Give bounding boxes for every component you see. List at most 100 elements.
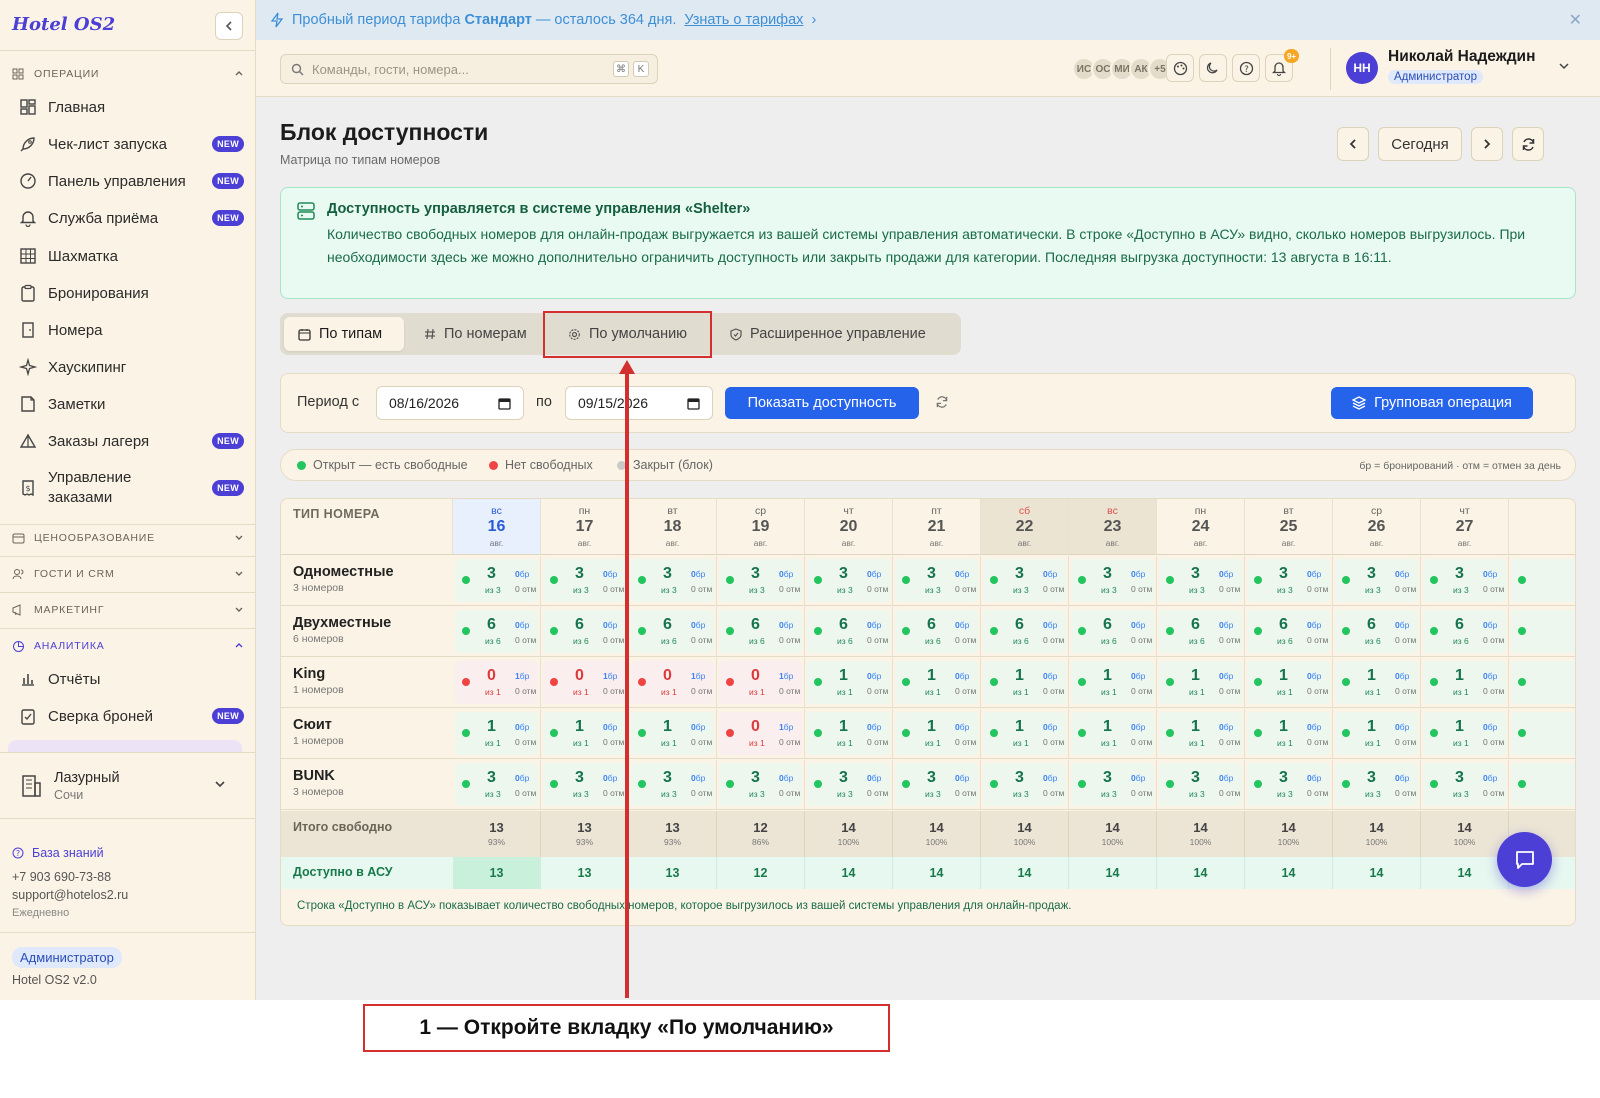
availability-cell[interactable]: 3 из 3 0бр 0 отм bbox=[629, 760, 717, 809]
date-to-input[interactable]: 09/15/2026 bbox=[565, 386, 713, 420]
availability-cell[interactable]: 6 из 6 0бр 0 отм bbox=[1245, 607, 1333, 656]
availability-cell[interactable]: 0 из 1 1бр 0 отм bbox=[717, 658, 805, 707]
availability-cell[interactable]: 0 из 1 1бр 0 отм bbox=[541, 658, 629, 707]
availability-cell[interactable]: 1 из 1 0бр 0 отм bbox=[1333, 658, 1421, 707]
sidebar-item-receipt[interactable]: $ Управление заказами NEW bbox=[12, 468, 244, 508]
availability-cell[interactable]: 1 из 1 0бр 0 отм bbox=[1245, 658, 1333, 707]
availability-cell[interactable]: 6 из 6 0бр 0 отм bbox=[1421, 607, 1509, 656]
availability-cell[interactable]: 1 из 1 0бр 0 отм bbox=[1245, 709, 1333, 758]
availability-cell[interactable]: 3 из 3 0бр 0 отм bbox=[453, 760, 541, 809]
availability-cell[interactable]: 3 из 3 0бр 0 отм bbox=[1245, 760, 1333, 809]
sidebar-item-dashboard[interactable]: Главная bbox=[12, 96, 244, 118]
availability-cell[interactable]: 6 из 6 0бр 0 отм bbox=[805, 607, 893, 656]
availability-cell[interactable]: 6 из 6 0бр 0 отм bbox=[1069, 607, 1157, 656]
theme-palette-button[interactable] bbox=[1166, 54, 1194, 82]
calendar-icon[interactable] bbox=[687, 397, 700, 410]
availability-cell[interactable]: 6 из 6 0бр 0 отм bbox=[1333, 607, 1421, 656]
tab-by-types[interactable]: По типам bbox=[284, 317, 404, 351]
sidebar-item-rocket[interactable]: Чек-лист запуска NEW bbox=[12, 133, 244, 155]
pricing-link[interactable]: Узнать о тарифах bbox=[684, 12, 803, 28]
day-column-header[interactable]: вс 23 авг. bbox=[1069, 499, 1157, 555]
availability-cell[interactable]: 1 из 1 0бр 0 отм bbox=[629, 709, 717, 758]
availability-cell[interactable]: 3 из 3 0бр 0 отм bbox=[629, 556, 717, 605]
availability-cell[interactable]: 1 из 1 0бр 0 отм bbox=[981, 709, 1069, 758]
help-button[interactable]: ? bbox=[1232, 54, 1260, 82]
availability-cell[interactable]: 1 из 1 0бр 0 отм bbox=[1421, 658, 1509, 707]
availability-cell[interactable] bbox=[1509, 658, 1575, 707]
day-column-header[interactable]: сб 22 авг. bbox=[981, 499, 1069, 555]
availability-cell[interactable]: 3 из 3 0бр 0 отм bbox=[805, 760, 893, 809]
day-column-header[interactable]: пт 21 авг. bbox=[893, 499, 981, 555]
availability-cell[interactable]: 6 из 6 0бр 0 отм bbox=[629, 607, 717, 656]
knowledge-base-link[interactable]: ? База знаний bbox=[12, 846, 104, 860]
availability-cell[interactable]: 3 из 3 0бр 0 отм bbox=[453, 556, 541, 605]
availability-cell[interactable]: 1 из 1 0бр 0 отм bbox=[805, 658, 893, 707]
availability-cell[interactable]: 3 из 3 0бр 0 отм bbox=[893, 556, 981, 605]
availability-cell[interactable]: 3 из 3 0бр 0 отм bbox=[1421, 556, 1509, 605]
section-marketing[interactable]: МАРКЕТИНГ bbox=[12, 600, 244, 620]
notifications-button[interactable]: 9+ bbox=[1265, 49, 1299, 82]
availability-cell[interactable]: 3 из 3 0бр 0 отм bbox=[717, 760, 805, 809]
today-button[interactable]: Сегодня bbox=[1378, 127, 1462, 161]
day-column-header[interactable]: чт 27 авг. bbox=[1421, 499, 1509, 555]
availability-cell[interactable]: 1 из 1 0бр 0 отм bbox=[893, 658, 981, 707]
chevron-down-icon[interactable] bbox=[1558, 60, 1570, 72]
day-column-header[interactable]: чт 20 авг. bbox=[805, 499, 893, 555]
sidebar-item-bell[interactable]: Служба приёма NEW bbox=[12, 207, 244, 229]
availability-cell[interactable]: 1 из 1 0бр 0 отм bbox=[1069, 658, 1157, 707]
tab-by-rooms[interactable]: По номерам bbox=[408, 317, 548, 351]
day-column-header[interactable]: вт 25 авг. bbox=[1245, 499, 1333, 555]
tab-advanced[interactable]: Расширенное управление bbox=[716, 317, 956, 351]
section-operations[interactable]: ОПЕРАЦИИ bbox=[12, 64, 244, 84]
availability-cell[interactable]: 1 из 1 0бр 0 отм bbox=[1333, 709, 1421, 758]
availability-cell[interactable]: 1 из 1 0бр 0 отм bbox=[805, 709, 893, 758]
availability-cell[interactable]: 3 из 3 0бр 0 отм bbox=[1333, 556, 1421, 605]
availability-cell[interactable]: 3 из 3 0бр 0 отм bbox=[1069, 556, 1157, 605]
sidebar-item-sparkle[interactable]: Хаускипинг bbox=[12, 356, 244, 378]
support-phone[interactable]: +7 903 690-73-88 bbox=[12, 870, 111, 884]
availability-cell[interactable]: 6 из 6 0бр 0 отм bbox=[981, 607, 1069, 656]
availability-cell[interactable]: 1 из 1 0бр 0 отм bbox=[453, 709, 541, 758]
app-logo[interactable]: Hotel OS2 bbox=[12, 14, 115, 35]
sidebar-item-tent[interactable]: Заказы лагеря NEW bbox=[12, 430, 244, 452]
availability-cell[interactable] bbox=[1509, 556, 1575, 605]
sidebar-item-door[interactable]: Номера bbox=[12, 319, 244, 341]
availability-cell[interactable]: 3 из 3 0бр 0 отм bbox=[893, 760, 981, 809]
availability-cell[interactable]: 3 из 3 0бр 0 отм bbox=[1157, 760, 1245, 809]
sidebar-item-clipboard[interactable]: Бронирования bbox=[12, 282, 244, 304]
reset-icon[interactable] bbox=[935, 395, 949, 409]
availability-cell[interactable]: 3 из 3 0бр 0 отм bbox=[1157, 556, 1245, 605]
day-column-header[interactable]: ср 26 авг. bbox=[1333, 499, 1421, 555]
availability-cell[interactable]: 0 из 1 1бр 0 отм bbox=[453, 658, 541, 707]
online-users[interactable]: ИС ОС МИ АК +5 bbox=[1072, 57, 1172, 81]
availability-cell[interactable]: 3 из 3 0бр 0 отм bbox=[805, 556, 893, 605]
date-from-input[interactable]: 08/16/2026 bbox=[376, 386, 524, 420]
availability-cell[interactable]: 1 из 1 0бр 0 отм bbox=[893, 709, 981, 758]
availability-cell[interactable]: 3 из 3 0бр 0 отм bbox=[1333, 760, 1421, 809]
command-search-input[interactable]: Команды, гости, номера... ⌘ K bbox=[280, 54, 658, 84]
availability-cell[interactable] bbox=[1509, 709, 1575, 758]
availability-cell[interactable]: 6 из 6 0бр 0 отм bbox=[1157, 607, 1245, 656]
prev-period-button[interactable] bbox=[1337, 127, 1369, 161]
availability-cell[interactable]: 1 из 1 0бр 0 отм bbox=[541, 709, 629, 758]
banner-close-button[interactable]: ✕ bbox=[1569, 10, 1582, 30]
availability-cell[interactable] bbox=[1509, 607, 1575, 656]
sidebar-item-note[interactable]: Заметки bbox=[12, 393, 244, 415]
day-column-header[interactable]: ср 19 авг. bbox=[717, 499, 805, 555]
availability-cell[interactable]: 0 из 1 1бр 0 отм bbox=[717, 709, 805, 758]
availability-cell[interactable]: 6 из 6 0бр 0 отм bbox=[717, 607, 805, 656]
availability-cell[interactable]: 1 из 1 0бр 0 отм bbox=[1421, 709, 1509, 758]
collapse-sidebar-button[interactable] bbox=[215, 12, 243, 40]
availability-cell[interactable]: 3 из 3 0бр 0 отм bbox=[1421, 760, 1509, 809]
availability-cell[interactable]: 3 из 3 0бр 0 отм bbox=[981, 556, 1069, 605]
section-analytics[interactable]: АНАЛИТИКА bbox=[12, 636, 244, 656]
day-column-header[interactable]: пн 17 авг. bbox=[541, 499, 629, 555]
chat-button[interactable] bbox=[1497, 832, 1552, 887]
availability-cell[interactable] bbox=[1509, 760, 1575, 809]
availability-cell[interactable]: 6 из 6 0бр 0 отм bbox=[453, 607, 541, 656]
day-column-header[interactable]: вс 16 авг. bbox=[453, 499, 541, 555]
availability-cell[interactable]: 3 из 3 0бр 0 отм bbox=[541, 760, 629, 809]
section-pricing[interactable]: ЦЕНООБРАЗОВАНИЕ bbox=[12, 528, 244, 548]
hotel-switcher[interactable]: Лазурный Сочи bbox=[12, 762, 244, 810]
availability-cell[interactable]: 1 из 1 0бр 0 отм bbox=[1157, 658, 1245, 707]
